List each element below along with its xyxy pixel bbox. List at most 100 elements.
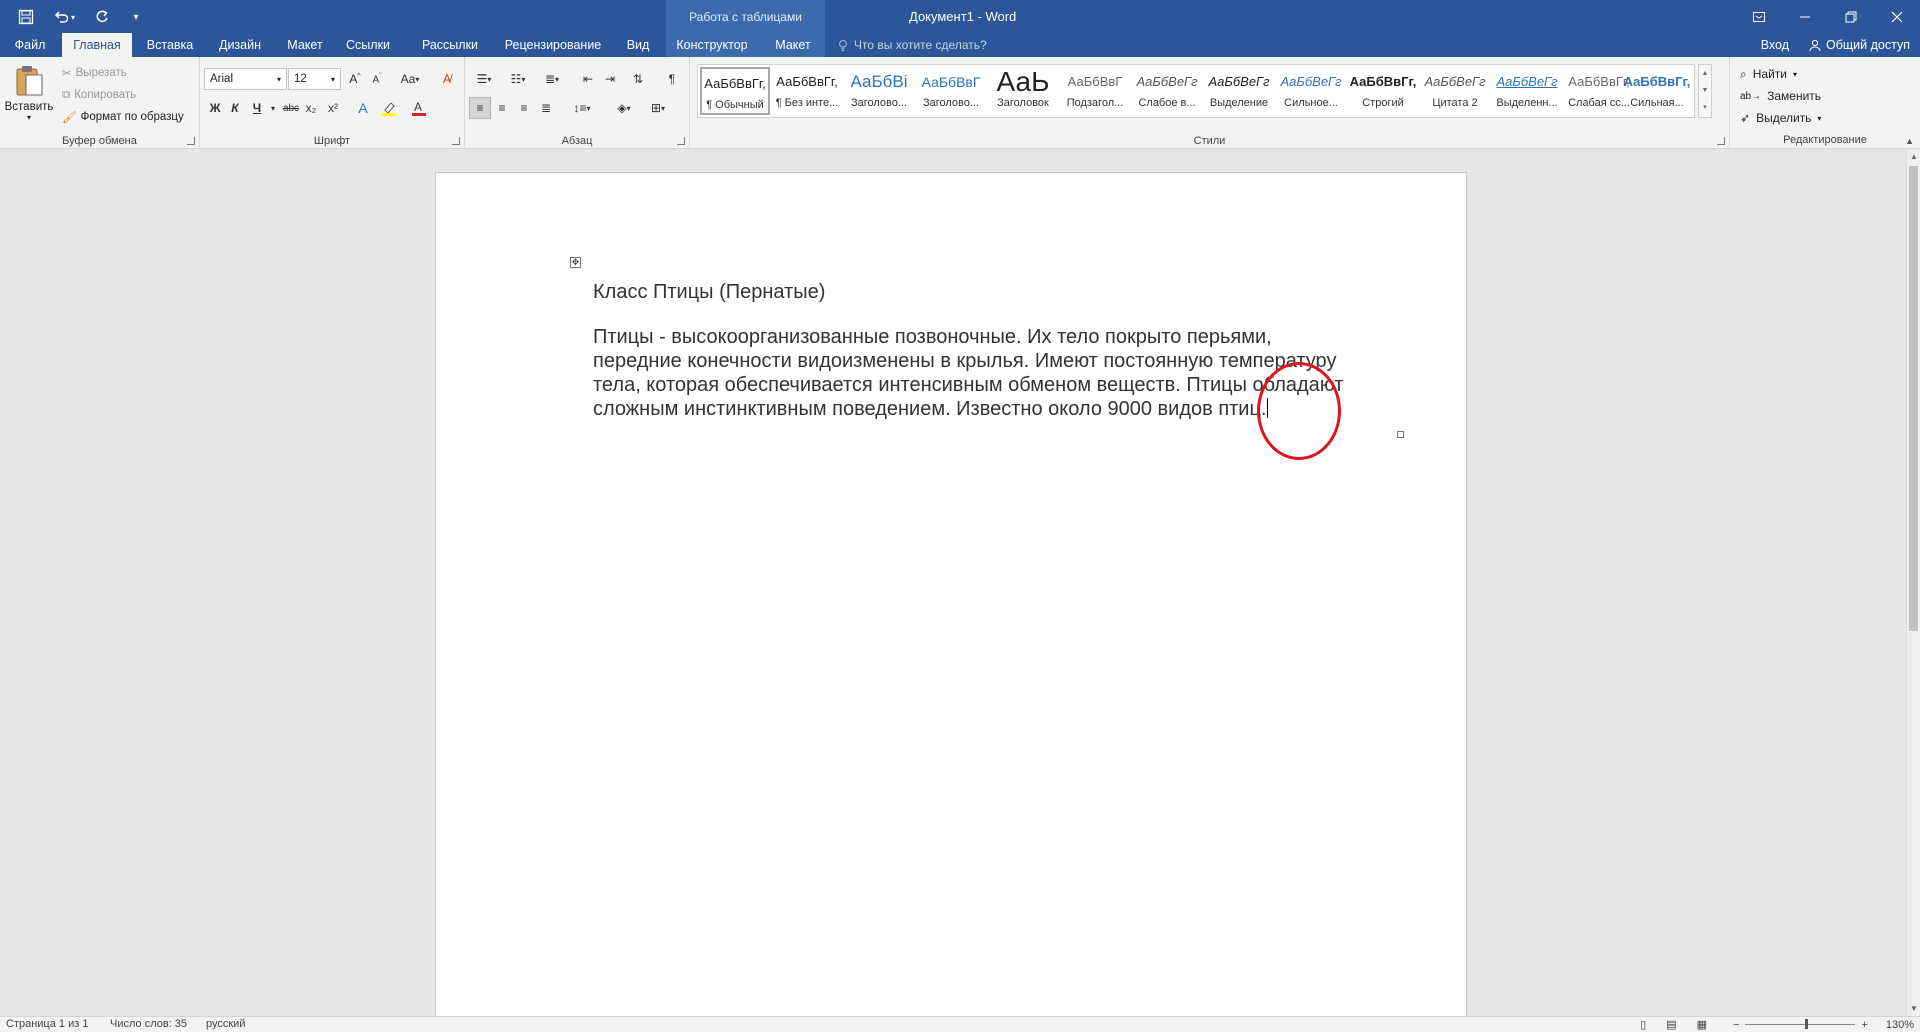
line-spacing-button[interactable]: ↕≡ ▾ xyxy=(567,97,597,119)
page-count[interactable]: Страница 1 из 1 xyxy=(6,1018,88,1030)
style-emphasis[interactable]: АаБбВеГг Выделение xyxy=(1204,67,1274,115)
cut-button[interactable]: ✂ Вырезать xyxy=(62,63,127,83)
clipboard-launcher-icon[interactable] xyxy=(187,137,195,145)
style-intense-quote[interactable]: АаБбВеГг Выделенн... xyxy=(1492,67,1562,115)
zoom-slider-thumb[interactable] xyxy=(1805,1019,1809,1029)
zoom-level[interactable]: 130% xyxy=(1886,1019,1914,1031)
subscript-button[interactable]: x₂ xyxy=(300,97,322,119)
bold-button[interactable]: Ж xyxy=(204,97,226,119)
style-strong[interactable]: АаБбВвГг, Строгий xyxy=(1348,67,1418,115)
justify-button[interactable]: ≣ xyxy=(535,97,557,119)
document-page[interactable]: ✥ Класс Птицы (Пернатые) Птицы - высокоо… xyxy=(435,172,1467,1022)
highlight-button[interactable] xyxy=(378,97,400,119)
change-case-button[interactable]: Aa ▾ xyxy=(396,68,424,90)
shading-button[interactable]: ◈ ▾ xyxy=(609,97,639,119)
grow-font-button[interactable]: A^ xyxy=(344,68,366,90)
tab-table-design[interactable]: Конструктор xyxy=(670,33,754,57)
tab-view[interactable]: Вид xyxy=(620,33,656,57)
zoom-slider[interactable] xyxy=(1745,1019,1856,1029)
styles-launcher-icon[interactable] xyxy=(1717,137,1725,145)
print-layout-icon[interactable]: ▤ xyxy=(1666,1018,1676,1031)
style-quote[interactable]: АаБбВеГг Цитата 2 xyxy=(1420,67,1490,115)
tell-me-search[interactable]: Что вы хотите сделать? xyxy=(838,33,987,57)
save-button[interactable] xyxy=(10,4,42,30)
restore-button[interactable] xyxy=(1828,0,1874,33)
table-move-handle-icon[interactable]: ✥ xyxy=(570,257,581,268)
style-normal[interactable]: АаБбВвГг, ¶ Обычный xyxy=(700,67,770,115)
scroll-up-icon[interactable]: ▲ xyxy=(1907,150,1920,164)
minimize-button[interactable] xyxy=(1782,0,1828,33)
read-mode-icon[interactable]: ▯ xyxy=(1640,1018,1646,1031)
sort-button[interactable]: ⇅ xyxy=(627,68,649,90)
bullets-button[interactable]: ☰ ▾ xyxy=(469,68,499,90)
scroll-thumb[interactable] xyxy=(1909,166,1918,631)
vertical-scrollbar[interactable]: ▲ ▼ xyxy=(1906,150,1920,1016)
scroll-down-icon[interactable]: ▼ xyxy=(1907,1002,1920,1016)
clipboard-group-label: Буфер обмена xyxy=(62,135,137,147)
find-button[interactable]: ⌕ Найти ▾ xyxy=(1740,63,1797,85)
redo-button[interactable] xyxy=(86,4,118,30)
shrink-font-button[interactable]: Aˇ xyxy=(366,68,388,90)
numbering-button[interactable]: ☷ ▾ xyxy=(503,68,533,90)
tab-design[interactable]: Дизайн xyxy=(210,33,270,57)
styles-gallery-scroll[interactable]: ▲ ▼ ▾ xyxy=(1698,64,1712,118)
superscript-button[interactable]: x² xyxy=(322,97,344,119)
table-resize-handle-icon[interactable] xyxy=(1397,431,1404,438)
align-left-button[interactable]: ≡ xyxy=(469,97,491,119)
undo-button[interactable]: ▾ xyxy=(44,4,84,30)
italic-button[interactable]: К xyxy=(224,97,246,119)
copy-button[interactable]: ⧉ Копировать xyxy=(62,85,136,105)
style-title[interactable]: АаЬ Заголовок xyxy=(988,67,1058,115)
document-heading[interactable]: Класс Птицы (Пернатые) xyxy=(593,281,825,304)
style-intense-reference[interactable]: АаБбВвГг, Сильная... xyxy=(1622,67,1692,115)
increase-indent-button[interactable]: ⇥ xyxy=(599,68,621,90)
tab-file[interactable]: Файл xyxy=(8,33,52,57)
ribbon-display-button[interactable] xyxy=(1736,0,1782,33)
select-button[interactable]: ➶ Выделить ▾ xyxy=(1740,107,1821,129)
style-intense-emphasis[interactable]: АаБбВеГг Сильное... xyxy=(1276,67,1346,115)
decrease-indent-button[interactable]: ⇤ xyxy=(577,68,599,90)
share-button[interactable]: Общий доступ xyxy=(1799,38,1920,52)
chevron-down-icon[interactable]: ▼ xyxy=(1699,82,1711,99)
font-size-select[interactable]: 12 ▾ xyxy=(288,68,341,90)
format-painter-button[interactable]: 🖌 Формат по образцу xyxy=(62,107,184,127)
show-formatting-button[interactable]: ¶ xyxy=(661,68,683,90)
tab-layout[interactable]: Макет xyxy=(278,33,332,57)
tab-insert[interactable]: Вставка xyxy=(138,33,202,57)
align-center-button[interactable]: ≡ xyxy=(491,97,513,119)
tab-table-layout[interactable]: Макет xyxy=(768,33,818,57)
style-subtle-emphasis[interactable]: АаБбВеГг Слабое в... xyxy=(1132,67,1202,115)
language-indicator[interactable]: русский xyxy=(206,1018,245,1030)
zoom-out-icon[interactable]: − xyxy=(1733,1019,1739,1031)
tab-review[interactable]: Рецензирование xyxy=(500,33,606,57)
customize-icon: ▾ xyxy=(133,11,139,23)
clear-formatting-button[interactable]: A̸ xyxy=(436,68,458,90)
align-right-button[interactable]: ≡ xyxy=(513,97,535,119)
text-effects-button[interactable]: A xyxy=(352,97,374,119)
style-heading-2[interactable]: АаБбВвГ Заголово... xyxy=(916,67,986,115)
close-button[interactable] xyxy=(1874,0,1920,33)
paragraph-launcher-icon[interactable] xyxy=(677,137,685,145)
font-color-button[interactable]: A xyxy=(408,97,430,119)
style-no-spacing[interactable]: АаБбВвГг, ¶ Без инте... xyxy=(772,67,842,115)
tab-home[interactable]: Главная xyxy=(62,33,132,58)
multilevel-list-button[interactable]: ≣ ▾ xyxy=(537,68,567,90)
signin-link[interactable]: Вход xyxy=(1751,38,1799,52)
tab-mailings[interactable]: Рассылки xyxy=(412,33,488,57)
style-heading-1[interactable]: АаБбВі Заголово... xyxy=(844,67,914,115)
customize-qat-button[interactable]: ▾ xyxy=(120,4,152,30)
tab-references[interactable]: Ссылки xyxy=(340,33,396,57)
word-count[interactable]: Число слов: 35 xyxy=(110,1018,187,1030)
strikethrough-button[interactable]: abc xyxy=(280,97,302,119)
font-name-select[interactable]: Arial ▾ xyxy=(204,68,287,90)
borders-button[interactable]: ⊞ ▾ xyxy=(643,97,673,119)
chevron-up-icon[interactable]: ▲ xyxy=(1699,65,1711,82)
replace-button[interactable]: ab→ Заменить xyxy=(1740,85,1821,107)
font-launcher-icon[interactable] xyxy=(452,137,460,145)
web-layout-icon[interactable]: ▦ xyxy=(1697,1018,1707,1031)
style-subtitle[interactable]: АаБбВвГ Подзагол... xyxy=(1060,67,1130,115)
paste-button[interactable]: Вставить ▾ xyxy=(5,63,53,125)
zoom-in-icon[interactable]: + xyxy=(1861,1019,1867,1031)
more-styles-icon[interactable]: ▾ xyxy=(1699,99,1711,116)
collapse-ribbon-icon[interactable]: ▲ xyxy=(1905,136,1914,146)
